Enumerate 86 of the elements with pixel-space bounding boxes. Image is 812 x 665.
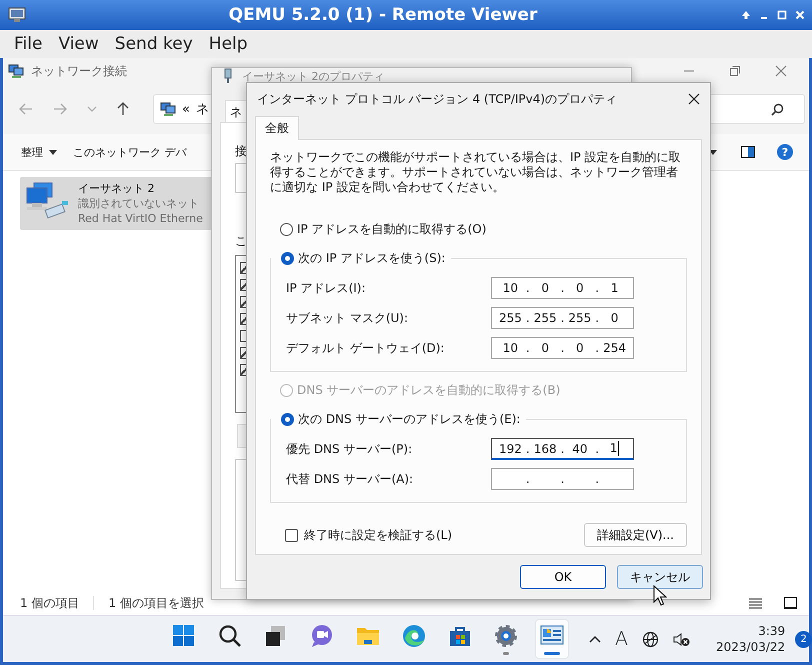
octet-text: 192 (498, 442, 523, 456)
dialog-title: インターネット プロトコル バージョン 4 (TCP/IPv4)のプロパティ (257, 90, 618, 108)
octet-text: 10 (502, 281, 520, 295)
monitor-icon (8, 7, 26, 23)
menu-item[interactable]: File (14, 34, 42, 54)
ip-address-field[interactable]: 255 . 255 . 255 . 0 (491, 307, 634, 329)
breadcrumb[interactable]: « (182, 102, 190, 116)
octet-text: 0 (575, 281, 585, 295)
octet-text: 168 (532, 442, 558, 456)
organize-menu[interactable]: 整理 (13, 140, 65, 164)
ip-address-field[interactable]: 192 . 168 . 40 . 1 (491, 438, 634, 460)
octet-text: 40 (571, 442, 588, 456)
up-arrow-icon[interactable] (117, 102, 129, 116)
search-icon (217, 623, 243, 649)
browser-icon (401, 623, 427, 649)
breadcrumb[interactable]: ネ (196, 100, 209, 118)
clock[interactable]: 3:39 2023/03/22 (716, 623, 786, 655)
menu-item[interactable]: Send key (114, 34, 193, 54)
network-icon (8, 63, 24, 79)
details-view-icon[interactable] (749, 598, 762, 608)
search-icon[interactable] (771, 102, 784, 116)
radio-button[interactable] (280, 223, 293, 236)
field-label: 代替 DNS サーバー(A): (286, 470, 414, 488)
radio-label: 次の DNS サーバーのアドレスを使う(E): (298, 411, 520, 428)
status-text: 1 個の項目を選択 (108, 594, 204, 612)
radio-button[interactable] (281, 252, 294, 265)
adapter-name: イーサネット 2 (78, 181, 156, 196)
maximize-icon[interactable] (776, 9, 788, 21)
octet-text: 255 (532, 311, 558, 325)
cancel-button[interactable]: キャンセル (617, 565, 703, 589)
octet-text: 0 (575, 341, 585, 355)
adapter-status: 識別されていないネット (78, 196, 200, 211)
field-label: 接 (235, 143, 247, 160)
octet-text: 255 (567, 311, 592, 325)
toolbar-button[interactable]: このネットワーク デバ (65, 140, 194, 164)
menu-item[interactable]: Help (208, 34, 248, 54)
field-label: 優先 DNS サーバー(P): (286, 440, 412, 458)
octet-text: 254 (602, 341, 627, 355)
radio-button[interactable] (281, 413, 294, 426)
advanced-button[interactable]: 詳細設定(V)... (584, 523, 687, 547)
adapter-device: Red Hat VirtIO Etherne (78, 211, 203, 226)
window-title: ネットワーク接続 (31, 62, 127, 80)
network-computers-drawing (24, 181, 70, 221)
description-text: ネットワークでこの機能がサポートされている場合は、IP 設定を自動的に取得することができます。サポートされていない場合は、ネットワーク管理者に適切な IP 設定を問い合わせてください。 (270, 150, 682, 195)
field-label: デフォルト ゲートウェイ(D): (286, 340, 444, 356)
notification-badge[interactable]: 2 (795, 630, 812, 648)
globe-icon[interactable] (642, 630, 659, 648)
start-icon (171, 623, 197, 649)
octet-text: 255 (498, 311, 523, 325)
octet-text: 1 (608, 440, 620, 456)
ip-address-field[interactable]: 10 . 0 . 0 . 254 (491, 337, 634, 359)
tiles-view-icon[interactable] (784, 597, 797, 609)
radio-label: 次の IP アドレスを使う(S): (298, 250, 446, 267)
input-mode-indicator[interactable]: A (615, 628, 628, 650)
caret-icon (49, 150, 57, 154)
maximize-icon[interactable] (729, 65, 741, 77)
radio-label: DNS サーバーのアドレスを自動的に取得する(B) (297, 382, 560, 399)
muted-speaker-icon[interactable] (673, 632, 690, 646)
network-icon (160, 101, 176, 117)
dialog-title: イーサネット 2のプロパティ (242, 70, 384, 82)
octet-text: 1 (610, 281, 620, 295)
octet-text: 10 (502, 341, 520, 355)
status-text: 1 個の項目 (20, 594, 80, 612)
ip-address-field[interactable]: . . . (491, 468, 634, 490)
chevron-up-icon[interactable] (589, 635, 601, 643)
network-adapter-icon (222, 68, 234, 84)
octet-text: 0 (540, 281, 550, 295)
ip-address-field[interactable]: 10 . 0 . 0 . 1 (491, 277, 634, 299)
close-icon[interactable] (688, 93, 700, 105)
tab[interactable]: 全般 (255, 116, 299, 140)
list-label: こ (235, 233, 247, 250)
field-label: IP アドレス(I): (286, 280, 366, 296)
preview-pane-icon[interactable] (741, 146, 755, 158)
octet-text: 0 (540, 341, 550, 355)
radio-label: IP アドレスを自動的に取得する(O) (297, 221, 486, 238)
field-label: サブネット マスク(U): (286, 310, 408, 326)
mouse-pointer-icon (653, 585, 667, 607)
menu-item[interactable]: View (58, 34, 99, 54)
checkbox[interactable] (285, 528, 298, 542)
window-title: QEMU 5.2.0 (1) - Remote Viewer (228, 5, 538, 25)
settings-icon (493, 623, 519, 649)
ok-button[interactable]: OK (520, 565, 606, 589)
help-icon[interactable]: ? (777, 144, 793, 160)
video-chat-icon (309, 623, 335, 649)
octet-text: 0 (610, 311, 620, 325)
checkbox-label: 終了時に設定を検証する(L) (304, 526, 452, 544)
